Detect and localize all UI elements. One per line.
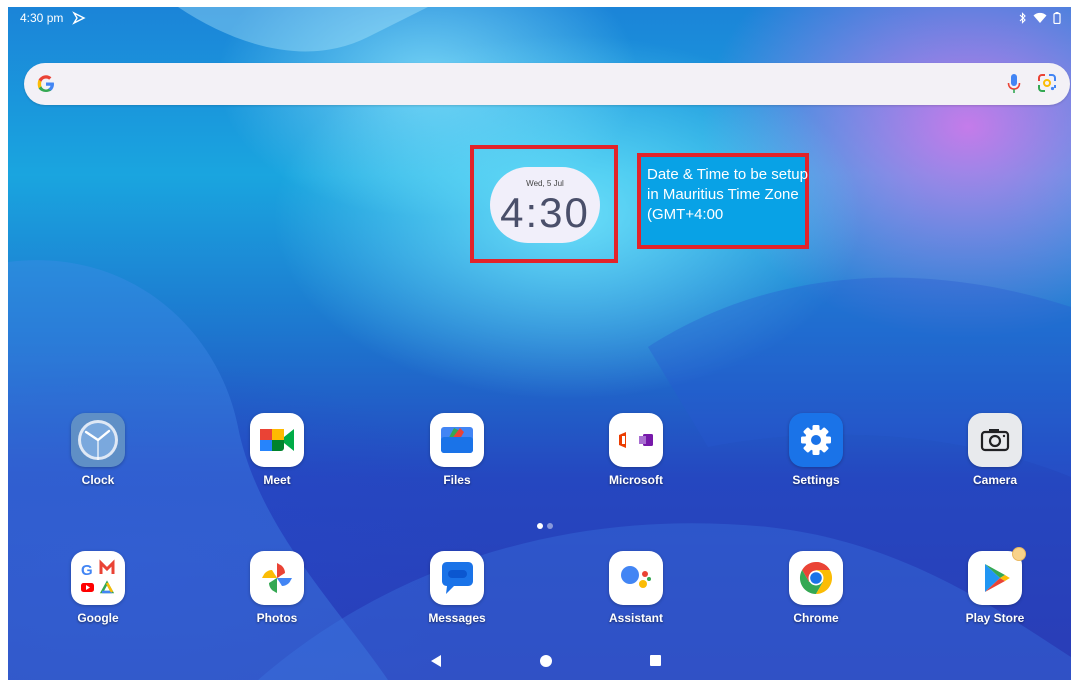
app-label-chrome: Chrome — [793, 611, 839, 625]
google-g-icon — [35, 73, 57, 100]
messages-icon — [430, 551, 484, 605]
app-settings[interactable]: Settings — [761, 413, 871, 487]
annotation-note: Date & Time to be setup in Mauritius Tim… — [637, 153, 809, 249]
app-microsoft[interactable]: Microsoft — [581, 413, 691, 487]
app-label-settings: Settings — [792, 473, 840, 487]
lens-icon[interactable] — [1036, 72, 1058, 99]
app-label-photos: Photos — [256, 611, 298, 625]
settings-icon — [789, 413, 843, 467]
wallpaper-waves — [8, 7, 1071, 680]
app-label-messages: Messages — [428, 611, 486, 625]
app-label-assistant: Assistant — [608, 611, 664, 625]
app-google[interactable]: G Google — [43, 551, 153, 625]
app-clock[interactable]: Clock — [43, 413, 153, 487]
app-meet[interactable]: Meet — [222, 413, 332, 487]
app-label-microsoft: Microsoft — [609, 473, 663, 487]
meet-icon — [250, 413, 304, 467]
app-photos[interactable]: Photos — [222, 551, 332, 625]
play-store-icon — [968, 547, 1026, 605]
page-dot — [547, 523, 553, 529]
app-label-google: Google — [77, 611, 119, 625]
clock-date: Wed, 5 Jul — [526, 179, 564, 188]
app-camera[interactable]: Camera — [940, 413, 1050, 487]
clock-time: 4:30 — [500, 189, 590, 236]
mic-icon[interactable] — [1006, 72, 1022, 101]
photos-icon — [250, 551, 304, 605]
clock-widget-highlight: Wed, 5 Jul 4:30 — [470, 145, 618, 263]
files-icon — [430, 413, 484, 467]
notification-dot — [1012, 547, 1026, 561]
clock-icon — [71, 413, 125, 467]
page-dot-active — [537, 523, 543, 529]
app-label-play-store: Play Store — [965, 611, 1025, 625]
cast-icon — [72, 11, 86, 30]
back-icon[interactable] — [430, 654, 442, 673]
battery-icon — [1053, 11, 1061, 29]
svg-text:G: G — [81, 562, 93, 579]
app-messages[interactable]: Messages — [402, 551, 512, 625]
app-chrome[interactable]: Chrome — [761, 551, 871, 625]
wifi-icon — [1033, 11, 1047, 29]
home-screen: 4:30 pm Wed, 5 Jul 4:30 Date & Time to b… — [8, 7, 1071, 680]
chrome-icon — [789, 551, 843, 605]
bluetooth-icon — [1019, 11, 1027, 29]
app-assistant[interactable]: Assistant — [581, 551, 691, 625]
app-files[interactable]: Files — [402, 413, 512, 487]
app-label-clock: Clock — [81, 473, 115, 487]
home-icon[interactable] — [539, 654, 553, 673]
status-time: 4:30 pm — [20, 11, 64, 25]
microsoft-icon — [609, 413, 663, 467]
google-folder-icon: G — [71, 551, 125, 605]
assistant-icon — [609, 551, 663, 605]
recents-icon[interactable] — [649, 654, 662, 673]
camera-icon — [968, 413, 1022, 467]
app-label-files: Files — [443, 473, 471, 487]
google-search-bar[interactable] — [24, 63, 1070, 105]
clock-widget[interactable]: Wed, 5 Jul 4:30 — [490, 167, 600, 243]
app-label-camera: Camera — [972, 473, 1018, 487]
page-indicator — [537, 523, 553, 529]
annotation-text: Date & Time to be setup in Mauritius Tim… — [647, 166, 808, 223]
app-play-store[interactable]: Play Store — [940, 547, 1050, 625]
app-label-meet: Meet — [263, 473, 291, 487]
status-icons — [1019, 11, 1061, 29]
